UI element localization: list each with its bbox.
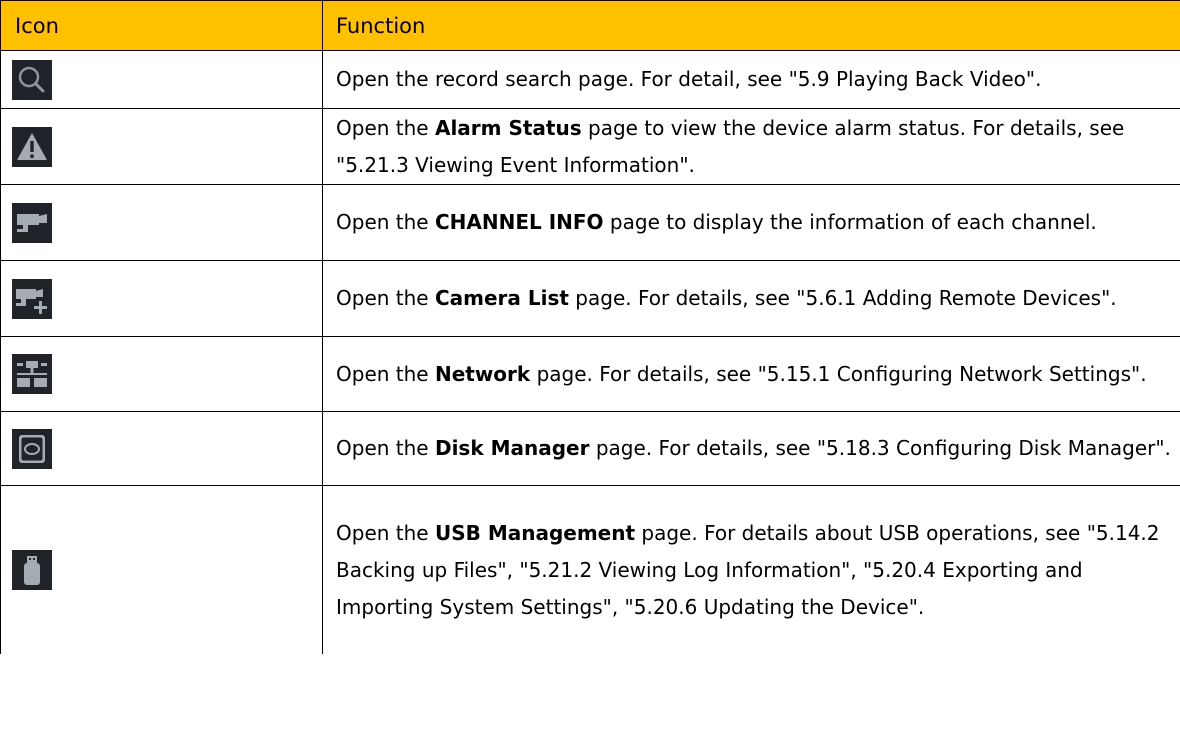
column-header-icon: Icon [0,0,323,51]
camera-icon [12,202,52,243]
search-icon [12,59,52,100]
usb-icon [12,550,52,590]
icon-cell [0,108,323,185]
function-description: Open the Alarm Status page to view the d… [322,108,1180,185]
function-description: Open the record search page. For detail,… [322,50,1180,109]
table-header-row: Icon Function [0,0,1180,51]
alarm-warning-icon [12,126,52,167]
table-row: Open the USB Management page. For detail… [0,485,1180,654]
function-description: Open the USB Management page. For detail… [322,485,1180,654]
function-description: Open the Network page. For details, see … [322,336,1180,412]
disk-icon [12,428,52,469]
table-row: Open the Network page. For details, see … [0,336,1180,412]
table-row: Open the Alarm Status page to view the d… [0,108,1180,185]
icon-cell [0,485,323,654]
table-row: Open the Camera List page. For details, … [0,260,1180,337]
camera-add-icon [12,278,52,319]
icon-cell [0,411,323,486]
function-description: Open the CHANNEL INFO page to display th… [322,184,1180,261]
column-header-function: Function [322,0,1180,51]
function-description: Open the Camera List page. For details, … [322,260,1180,337]
table-row: Open the CHANNEL INFO page to display th… [0,184,1180,261]
icon-cell [0,184,323,261]
icon-function-table: Icon Function Open the record search pag… [0,0,1180,654]
icon-cell [0,50,323,109]
icon-cell [0,336,323,412]
network-icon [12,354,52,394]
table-row: Open the record search page. For detail,… [0,50,1180,109]
table-row: Open the Disk Manager page. For details,… [0,411,1180,486]
icon-cell [0,260,323,337]
function-description: Open the Disk Manager page. For details,… [322,411,1180,486]
